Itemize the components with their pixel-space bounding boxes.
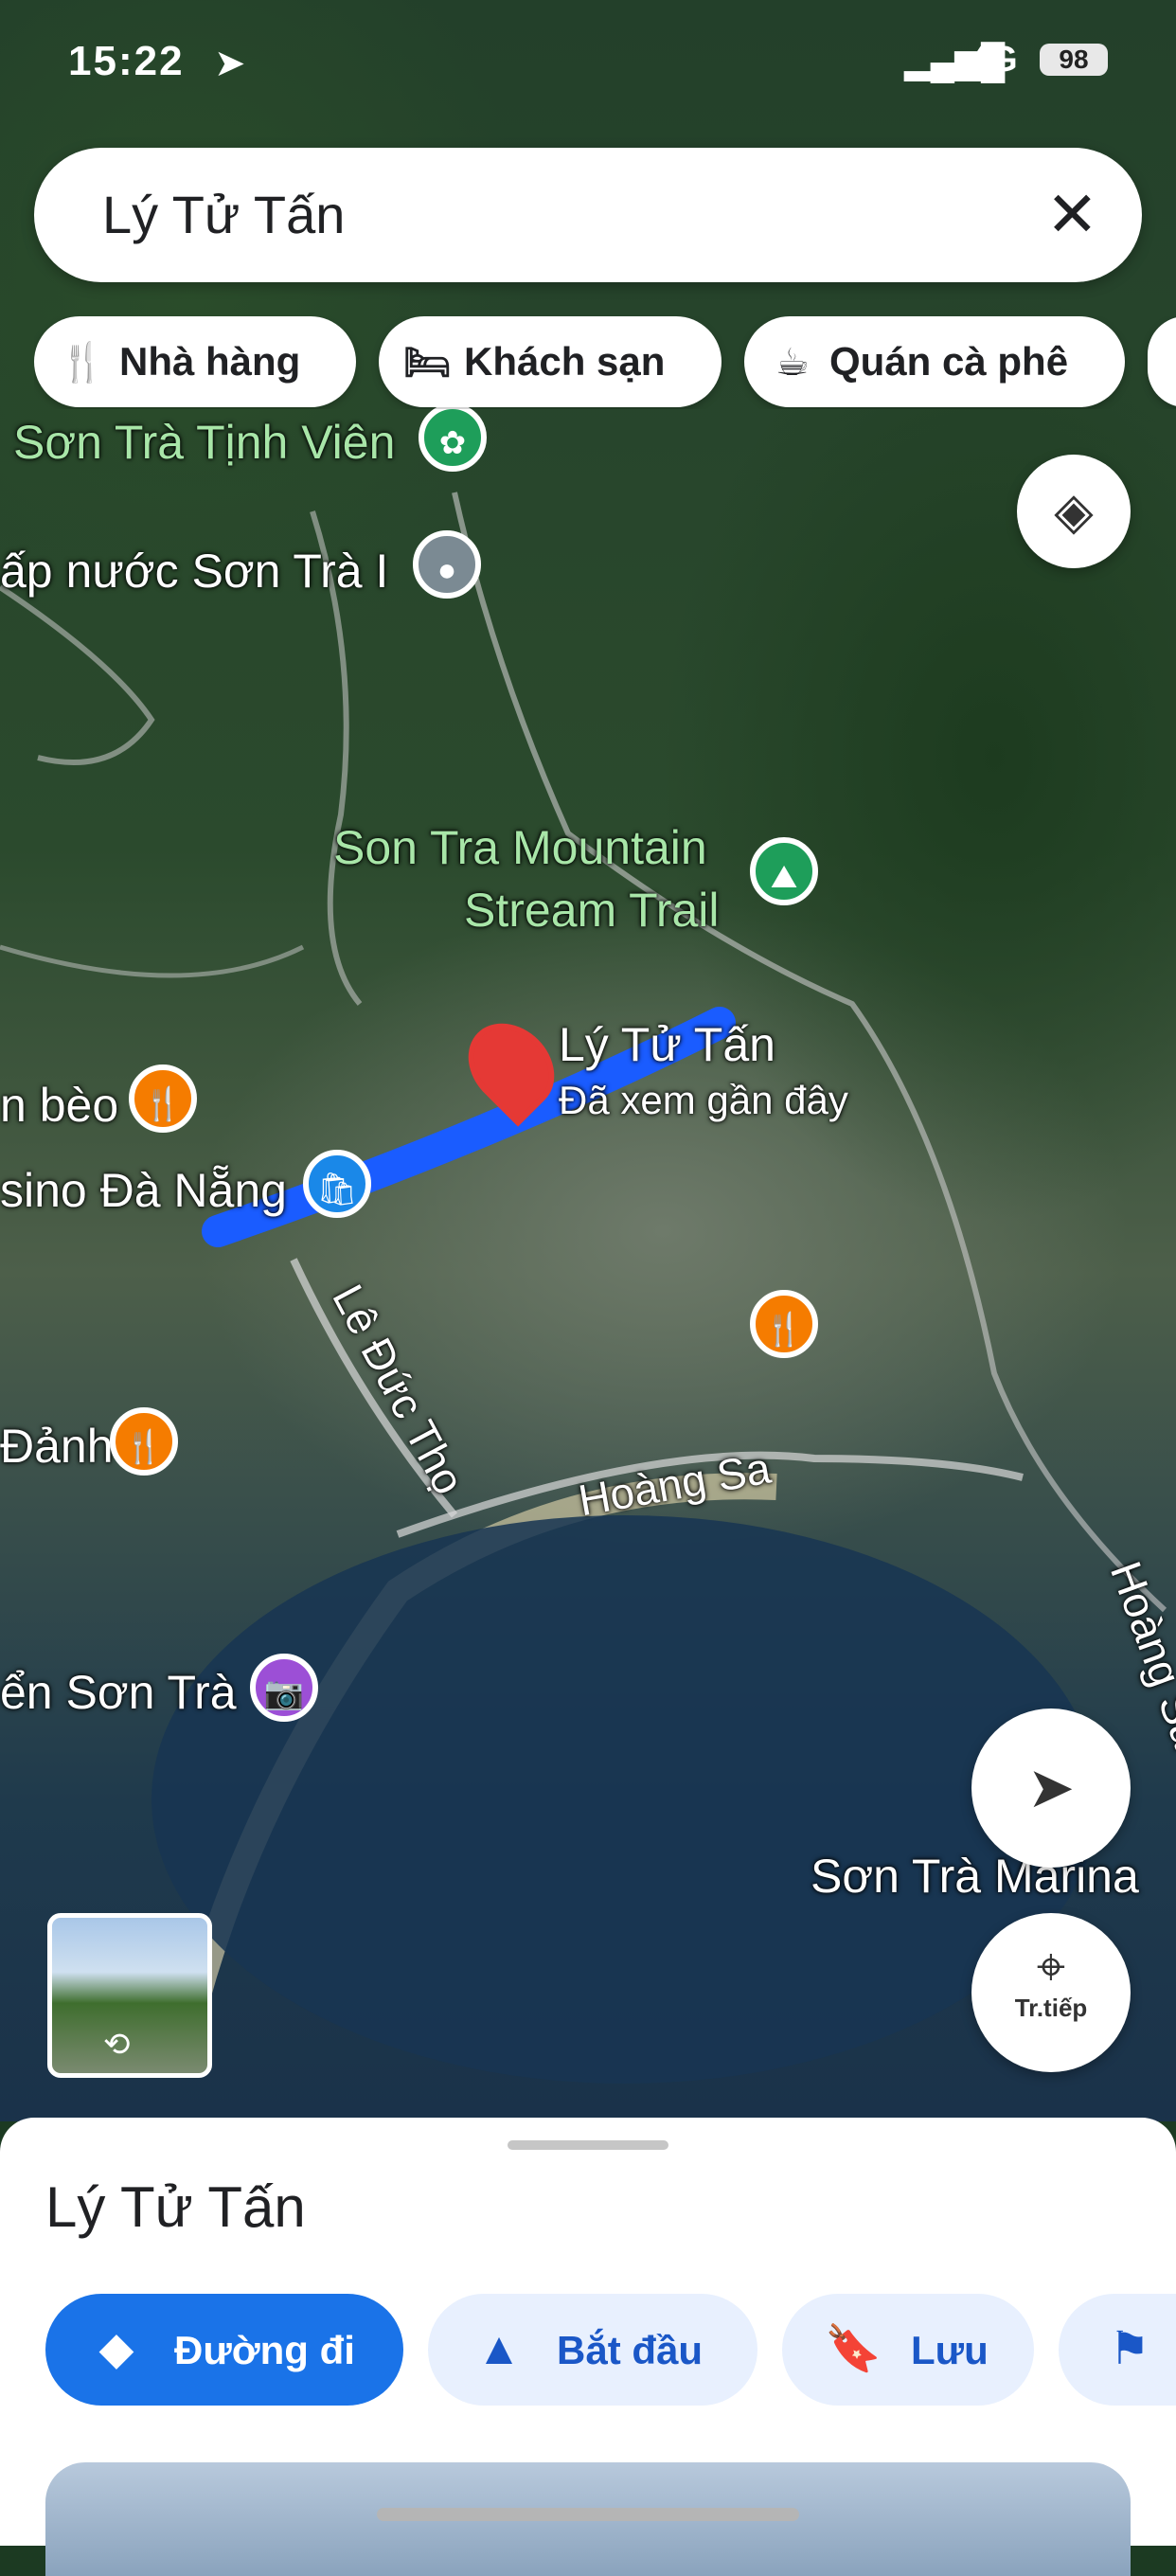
flag-icon: ⚑ bbox=[1109, 2324, 1150, 2374]
more-actions-button[interactable]: ⚑ bbox=[1059, 2294, 1176, 2406]
my-location-button[interactable]: ➤ bbox=[971, 1708, 1131, 1868]
save-button[interactable]: 🔖 Lưu bbox=[782, 2294, 1034, 2406]
selected-place-subtitle: Đã xem gần đây bbox=[559, 1078, 848, 1122]
search-query[interactable]: Lý Tử Tấn bbox=[102, 184, 345, 245]
close-icon[interactable]: ✕ bbox=[1046, 176, 1098, 252]
hiking-pin-icon[interactable]: ⛰ bbox=[750, 837, 818, 905]
start-button[interactable]: ▲ Bắt đầu bbox=[428, 2294, 757, 2406]
status-bar: 15:22 ➤ ▂▄▆█ 4G 98 bbox=[0, 0, 1176, 133]
live-view-button[interactable]: ⌖ Tr.tiếp bbox=[971, 1913, 1131, 2072]
layers-button[interactable]: ◈ bbox=[1017, 455, 1131, 568]
layers-icon: ◈ bbox=[1054, 483, 1094, 540]
restaurant-icon: 🍴 bbox=[59, 342, 106, 384]
place-bottom-sheet[interactable]: Lý Tử Tấn ◆ Đường đi ▲ Bắt đầu 🔖 Lưu ⚑ bbox=[0, 2118, 1176, 2576]
map-label-water-plant: ấp nước Sơn Trà I bbox=[0, 545, 389, 598]
chip-label: Khách sạn bbox=[464, 339, 666, 384]
chip-label: Nhà hàng bbox=[119, 339, 301, 384]
chip-label: Quán cà phê bbox=[829, 339, 1069, 384]
selected-place-label[interactable]: Lý Tử Tấn bbox=[559, 1017, 775, 1072]
museum-pin-icon[interactable]: 📷 bbox=[250, 1654, 318, 1722]
restaurant-pin-icon[interactable]: 🍴 bbox=[110, 1407, 178, 1476]
chip-coffee[interactable]: ☕ Quán cà phê bbox=[744, 316, 1125, 407]
chip-more[interactable] bbox=[1148, 316, 1176, 407]
park-pin-icon[interactable]: ✿ bbox=[419, 403, 487, 472]
rotate-360-icon: ⟲ bbox=[103, 2027, 131, 2063]
map-label-casino: sino Đà Nẵng bbox=[0, 1164, 287, 1217]
map-label-son-tra-tinh-vien: Sơn Trà Tịnh Viên bbox=[13, 416, 396, 469]
live-view-icon: ⌖ bbox=[1036, 1939, 1066, 1995]
map-label-danh: Đảnh bbox=[0, 1420, 114, 1473]
directions-label: Đường đi bbox=[174, 2328, 355, 2372]
category-chips: 🍴 Nhà hàng 🛏 Khách sạn ☕ Quán cà phê bbox=[34, 316, 1176, 409]
map-label-stream-trail-1: Son Tra Mountain bbox=[333, 821, 707, 874]
start-label: Bắt đầu bbox=[557, 2328, 704, 2372]
restaurant-pin-icon[interactable]: 🍴 bbox=[129, 1064, 197, 1133]
restaurant-pin-icon[interactable]: 🍴 bbox=[750, 1290, 818, 1358]
network-type: 4G bbox=[970, 40, 1018, 80]
battery-level: 98 bbox=[1040, 44, 1108, 76]
street-view-thumbnail[interactable]: ⟲ bbox=[47, 1913, 212, 2078]
save-label: Lưu bbox=[911, 2328, 989, 2372]
map-label-son-tra-museum: ển Sơn Trà bbox=[0, 1666, 237, 1719]
location-services-icon: ➤ bbox=[214, 43, 246, 84]
map-label-stream-trail-2: Stream Trail bbox=[464, 884, 720, 937]
status-time: 15:22 bbox=[68, 38, 185, 84]
directions-icon: ◆ bbox=[98, 2324, 134, 2374]
place-title: Lý Tử Tấn bbox=[45, 2175, 306, 2239]
shopping-pin-icon[interactable]: 🛍 bbox=[303, 1150, 371, 1218]
chip-hotels[interactable]: 🛏 Khách sạn bbox=[379, 316, 722, 407]
home-indicator bbox=[377, 2508, 799, 2521]
bookmark-icon: 🔖 bbox=[825, 2324, 882, 2374]
search-bar[interactable]: Lý Tử Tấn ✕ bbox=[34, 148, 1142, 282]
sheet-drag-handle[interactable] bbox=[508, 2140, 668, 2150]
location-arrow-icon: ➤ bbox=[1026, 1756, 1076, 1819]
hotel-icon: 🛏 bbox=[403, 342, 452, 384]
navigation-arrow-icon: ▲ bbox=[476, 2324, 522, 2374]
place-pin-icon[interactable]: ● bbox=[413, 530, 481, 599]
directions-button[interactable]: ◆ Đường đi bbox=[45, 2294, 403, 2406]
live-view-label: Tr.tiếp bbox=[1014, 1994, 1088, 2022]
coffee-icon: ☕ bbox=[775, 342, 810, 384]
map-label-restaurant-1: n bèo bbox=[0, 1079, 119, 1132]
chip-restaurants[interactable]: 🍴 Nhà hàng bbox=[34, 316, 356, 407]
